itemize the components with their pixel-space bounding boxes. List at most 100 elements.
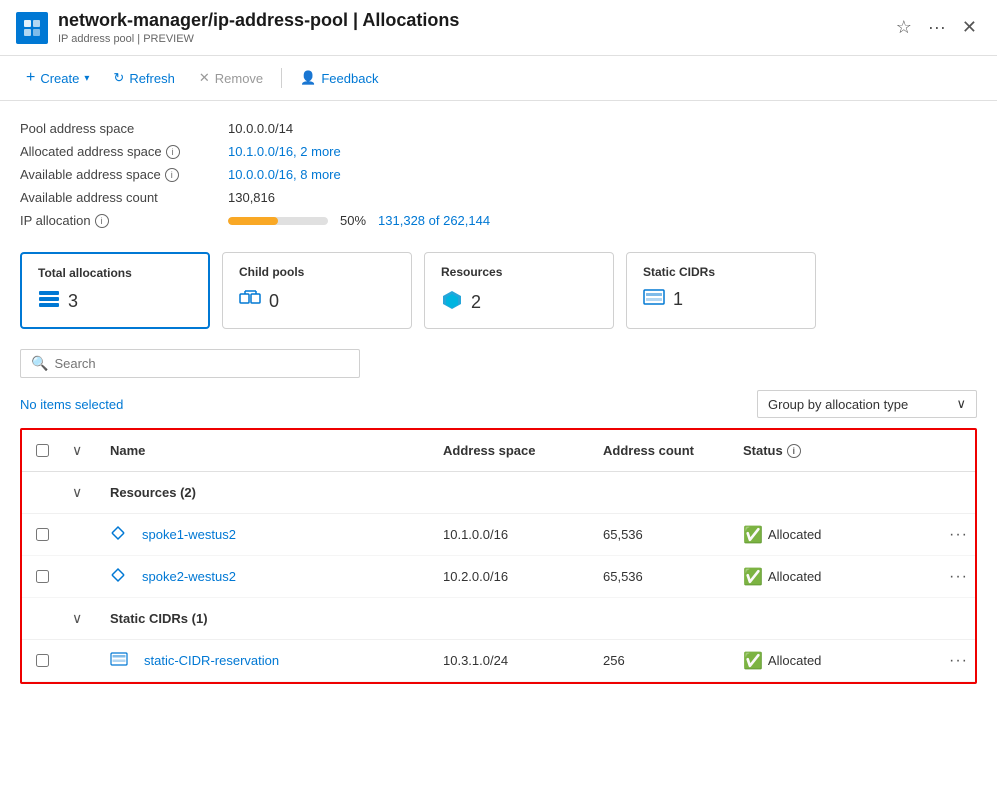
stat-card-resources[interactable]: Resources 2 — [424, 252, 614, 329]
group-resources-expand-btn[interactable]: ∨ — [70, 482, 84, 503]
allocated-address-space-row: Allocated address space i 10.1.0.0/16, 2… — [20, 140, 977, 163]
cidrs-icon — [643, 289, 665, 310]
row1-name[interactable]: spoke1-westus2 — [134, 523, 244, 546]
row2-checkbox[interactable] — [36, 570, 49, 583]
cidr-type-icon — [110, 652, 128, 669]
create-button[interactable]: + Create ▾ — [16, 64, 99, 92]
page-title: network-manager/ip-address-pool | Alloca… — [58, 10, 882, 31]
stat-card-total-value: 3 — [38, 290, 192, 313]
row3-name[interactable]: static-CIDR-reservation — [136, 649, 287, 672]
page-subtitle: IP address pool | PREVIEW — [58, 33, 882, 45]
available-address-space-value[interactable]: 10.0.0.0/16, 8 more — [228, 167, 341, 182]
table-row: static-CIDR-reservation 10.3.1.0/24 256 … — [22, 640, 975, 682]
row2-more-cell: ··· — [935, 562, 975, 592]
row2-checkbox-cell — [22, 566, 62, 587]
create-chevron-icon: ▾ — [84, 73, 89, 84]
available-address-info-icon[interactable]: i — [165, 168, 179, 182]
group-row-static-cidrs: ∨ Static CIDRs (1) — [22, 598, 975, 640]
row2-status-label: Allocated — [768, 569, 821, 584]
row3-status-label: Allocated — [768, 653, 821, 668]
row1-status-check-icon: ✅ — [743, 525, 763, 545]
row1-name-cell: spoke1-westus2 — [102, 519, 435, 550]
group-checkbox-col — [22, 489, 62, 497]
toolbar-separator — [281, 68, 282, 88]
feedback-button[interactable]: 👤 Feedback — [290, 65, 388, 91]
group-by-dropdown[interactable]: Group by allocation type ∨ — [757, 390, 977, 418]
row3-checkbox[interactable] — [36, 654, 49, 667]
row3-more-button[interactable]: ··· — [943, 650, 974, 672]
allocated-address-space-value[interactable]: 10.1.0.0/16, 2 more — [228, 144, 341, 159]
total-allocations-icon — [38, 290, 60, 313]
list-controls: No items selected Group by allocation ty… — [20, 390, 977, 418]
stat-card-child-pools[interactable]: Child pools 0 — [222, 252, 412, 329]
child-pools-icon — [239, 289, 261, 314]
group-cidrs-label: Static CIDRs (1) — [102, 607, 975, 630]
group-resources-label: Resources (2) — [102, 481, 975, 504]
stat-card-child-value: 0 — [239, 289, 395, 314]
select-all-checkbox[interactable] — [36, 444, 49, 457]
group-row-resources: ∨ Resources (2) — [22, 472, 975, 514]
row3-more-cell: ··· — [935, 646, 975, 676]
search-icon: 🔍 — [31, 355, 48, 372]
group-cidrs-expand-btn[interactable]: ∨ — [70, 608, 84, 629]
row3-name-cell: static-CIDR-reservation — [102, 645, 435, 676]
header-status: Status i — [735, 439, 935, 462]
stat-card-total-title: Total allocations — [38, 266, 192, 280]
header-expand-col: ∨ — [62, 436, 102, 465]
refresh-button[interactable]: ↻ Refresh — [103, 65, 184, 91]
row2-status: ✅ Allocated — [735, 563, 935, 591]
row1-address-space: 10.1.0.0/16 — [435, 523, 595, 546]
row1-status: ✅ Allocated — [735, 521, 935, 549]
allocated-info-icon[interactable]: i — [166, 145, 180, 159]
ip-allocation-value-group: 50% 131,328 of 262,144 — [228, 213, 490, 228]
status-info-icon[interactable]: i — [787, 444, 801, 458]
row1-status-badge: ✅ Allocated — [743, 525, 927, 545]
ip-alloc-info-icon[interactable]: i — [95, 214, 109, 228]
allocations-table: ∨ Name Address space Address count Statu… — [20, 428, 977, 684]
row1-checkbox[interactable] — [36, 528, 49, 541]
header-name: Name — [102, 439, 435, 462]
more-options-button[interactable]: ··· — [924, 13, 950, 42]
stat-card-cidrs-value: 1 — [643, 289, 799, 310]
stat-card-static-cidrs[interactable]: Static CIDRs 1 — [626, 252, 816, 329]
row2-status-check-icon: ✅ — [743, 567, 763, 587]
ip-allocation-count: 131,328 of 262,144 — [378, 213, 490, 228]
group2-expand-col: ∨ — [62, 604, 102, 633]
row1-status-label: Allocated — [768, 527, 821, 542]
row2-expand-col — [62, 573, 102, 581]
search-input[interactable] — [54, 356, 349, 371]
search-bar-row: 🔍 — [20, 349, 977, 378]
row3-checkbox-cell — [22, 650, 62, 671]
ip-allocation-progress-fill — [228, 217, 278, 225]
row1-address-count: 65,536 — [595, 523, 735, 546]
row3-expand-col — [62, 657, 102, 665]
remove-button[interactable]: ✕ Remove — [189, 65, 273, 91]
header-actions-col — [935, 447, 975, 455]
row2-name[interactable]: spoke2-westus2 — [134, 565, 244, 588]
row1-more-button[interactable]: ··· — [943, 524, 974, 546]
row2-status-badge: ✅ Allocated — [743, 567, 927, 587]
group-by-label: Group by allocation type — [768, 397, 908, 412]
no-items-label: No items selected — [20, 397, 123, 412]
available-address-count-label: Available address count — [20, 190, 220, 205]
pool-address-space-row: Pool address space 10.0.0.0/14 — [20, 117, 977, 140]
page-header: network-manager/ip-address-pool | Alloca… — [0, 0, 997, 56]
pool-address-space-label: Pool address space — [20, 121, 220, 136]
close-button[interactable]: ✕ — [958, 13, 981, 42]
header-expand-button[interactable]: ∨ — [70, 440, 84, 461]
resources-icon — [441, 289, 463, 316]
row1-checkbox-cell — [22, 524, 62, 545]
row3-status-check-icon: ✅ — [743, 651, 763, 671]
header-right-actions: ☆ ··· ✕ — [892, 13, 981, 42]
available-address-count-value: 130,816 — [228, 190, 275, 205]
header-address-count: Address count — [595, 439, 735, 462]
search-input-wrapper: 🔍 — [20, 349, 360, 378]
row2-name-cell: spoke2-westus2 — [102, 561, 435, 592]
stat-card-total-allocations[interactable]: Total allocations 3 — [20, 252, 210, 329]
table-header-row: ∨ Name Address space Address count Statu… — [22, 430, 975, 472]
ip-allocation-progress-bar — [228, 217, 328, 225]
group-expand-col: ∨ — [62, 478, 102, 507]
row2-more-button[interactable]: ··· — [943, 566, 974, 588]
star-button[interactable]: ☆ — [892, 13, 916, 42]
allocated-address-space-label: Allocated address space i — [20, 144, 220, 159]
